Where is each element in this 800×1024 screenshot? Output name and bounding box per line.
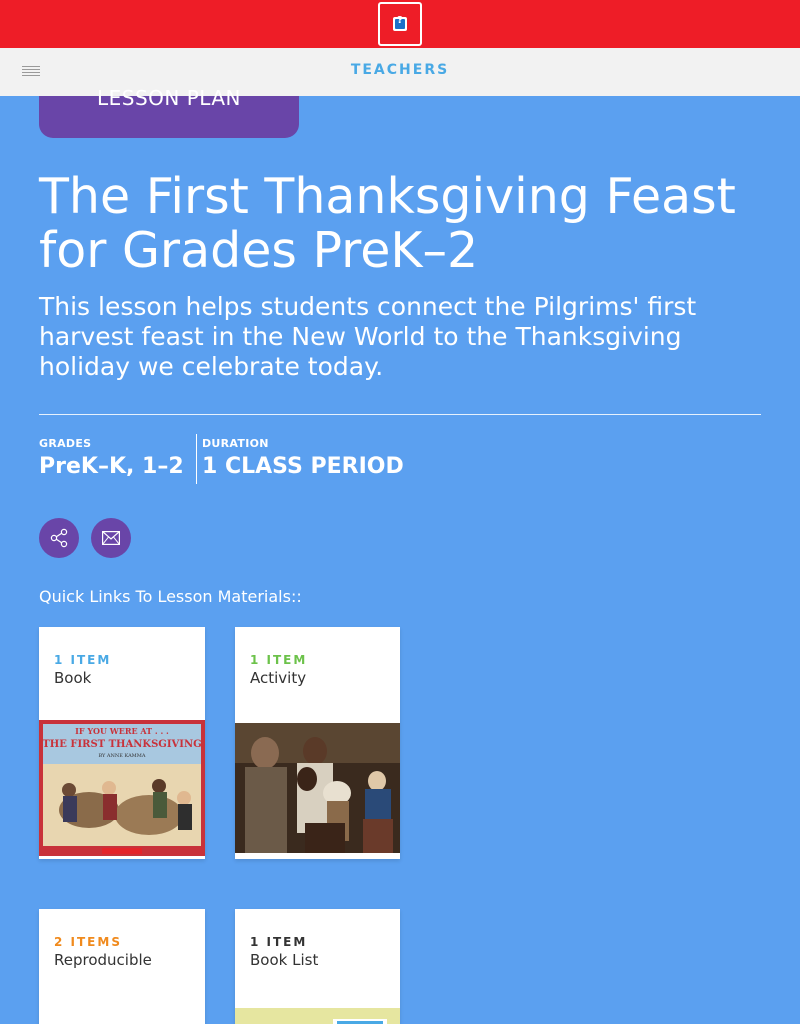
card-count: 1 ITEM [54,653,112,667]
card-count: 1 ITEM [250,653,308,667]
material-card-book[interactable]: 1 ITEM Book IF YOU WERE AT . . . THE FIR… [39,627,205,859]
book-cover-image: IF YOU WERE AT . . . THE FIRST THANKSGIV… [39,720,205,856]
book-list-image [235,1008,400,1024]
material-card-book-list[interactable]: 1 ITEM Book List [235,909,400,1024]
grades-label: GRADES [39,437,92,450]
card-count: 1 ITEM [250,935,308,949]
svg-text:THE FIRST THANKSGIVING: THE FIRST THANKSGIVING [42,739,201,750]
divider [39,414,761,415]
mail-icon [102,531,120,545]
card-count: 2 ITEMS [54,935,122,949]
nav-title[interactable]: TEACHERS [0,62,800,78]
card-type: Book [54,669,92,687]
quick-links-heading: Quick Links To Lesson Materials:: [39,587,302,606]
share-button[interactable] [39,518,79,558]
share-icon [50,528,68,548]
lesson-description: This lesson helps students connect the P… [39,292,697,381]
svg-text:IF YOU WERE AT . . .: IF YOU WERE AT . . . [75,726,169,736]
scholastic-logo-icon[interactable] [378,2,422,46]
material-card-reproducible[interactable]: 2 ITEMS Reproducible [39,909,205,1024]
card-type: Book List [250,951,319,969]
material-card-activity[interactable]: 1 ITEM Activity [235,627,400,859]
duration-value: 1 CLASS PERIOD [202,454,404,479]
card-type: Reproducible [54,951,152,969]
email-button[interactable] [91,518,131,558]
activity-photo-image [235,723,400,853]
meta-divider [196,434,197,484]
card-type: Activity [250,669,307,687]
lesson-plan-label: LESSON PLAN [96,86,242,110]
svg-text:BY ANNE KAMMA: BY ANNE KAMMA [98,753,145,759]
logo-mark [393,15,407,31]
duration-label: DURATION [202,437,269,450]
grades-value: PreK–K, 1–2 [39,454,184,479]
page-title: The First Thanksgiving Feast for Grades … [39,168,736,279]
